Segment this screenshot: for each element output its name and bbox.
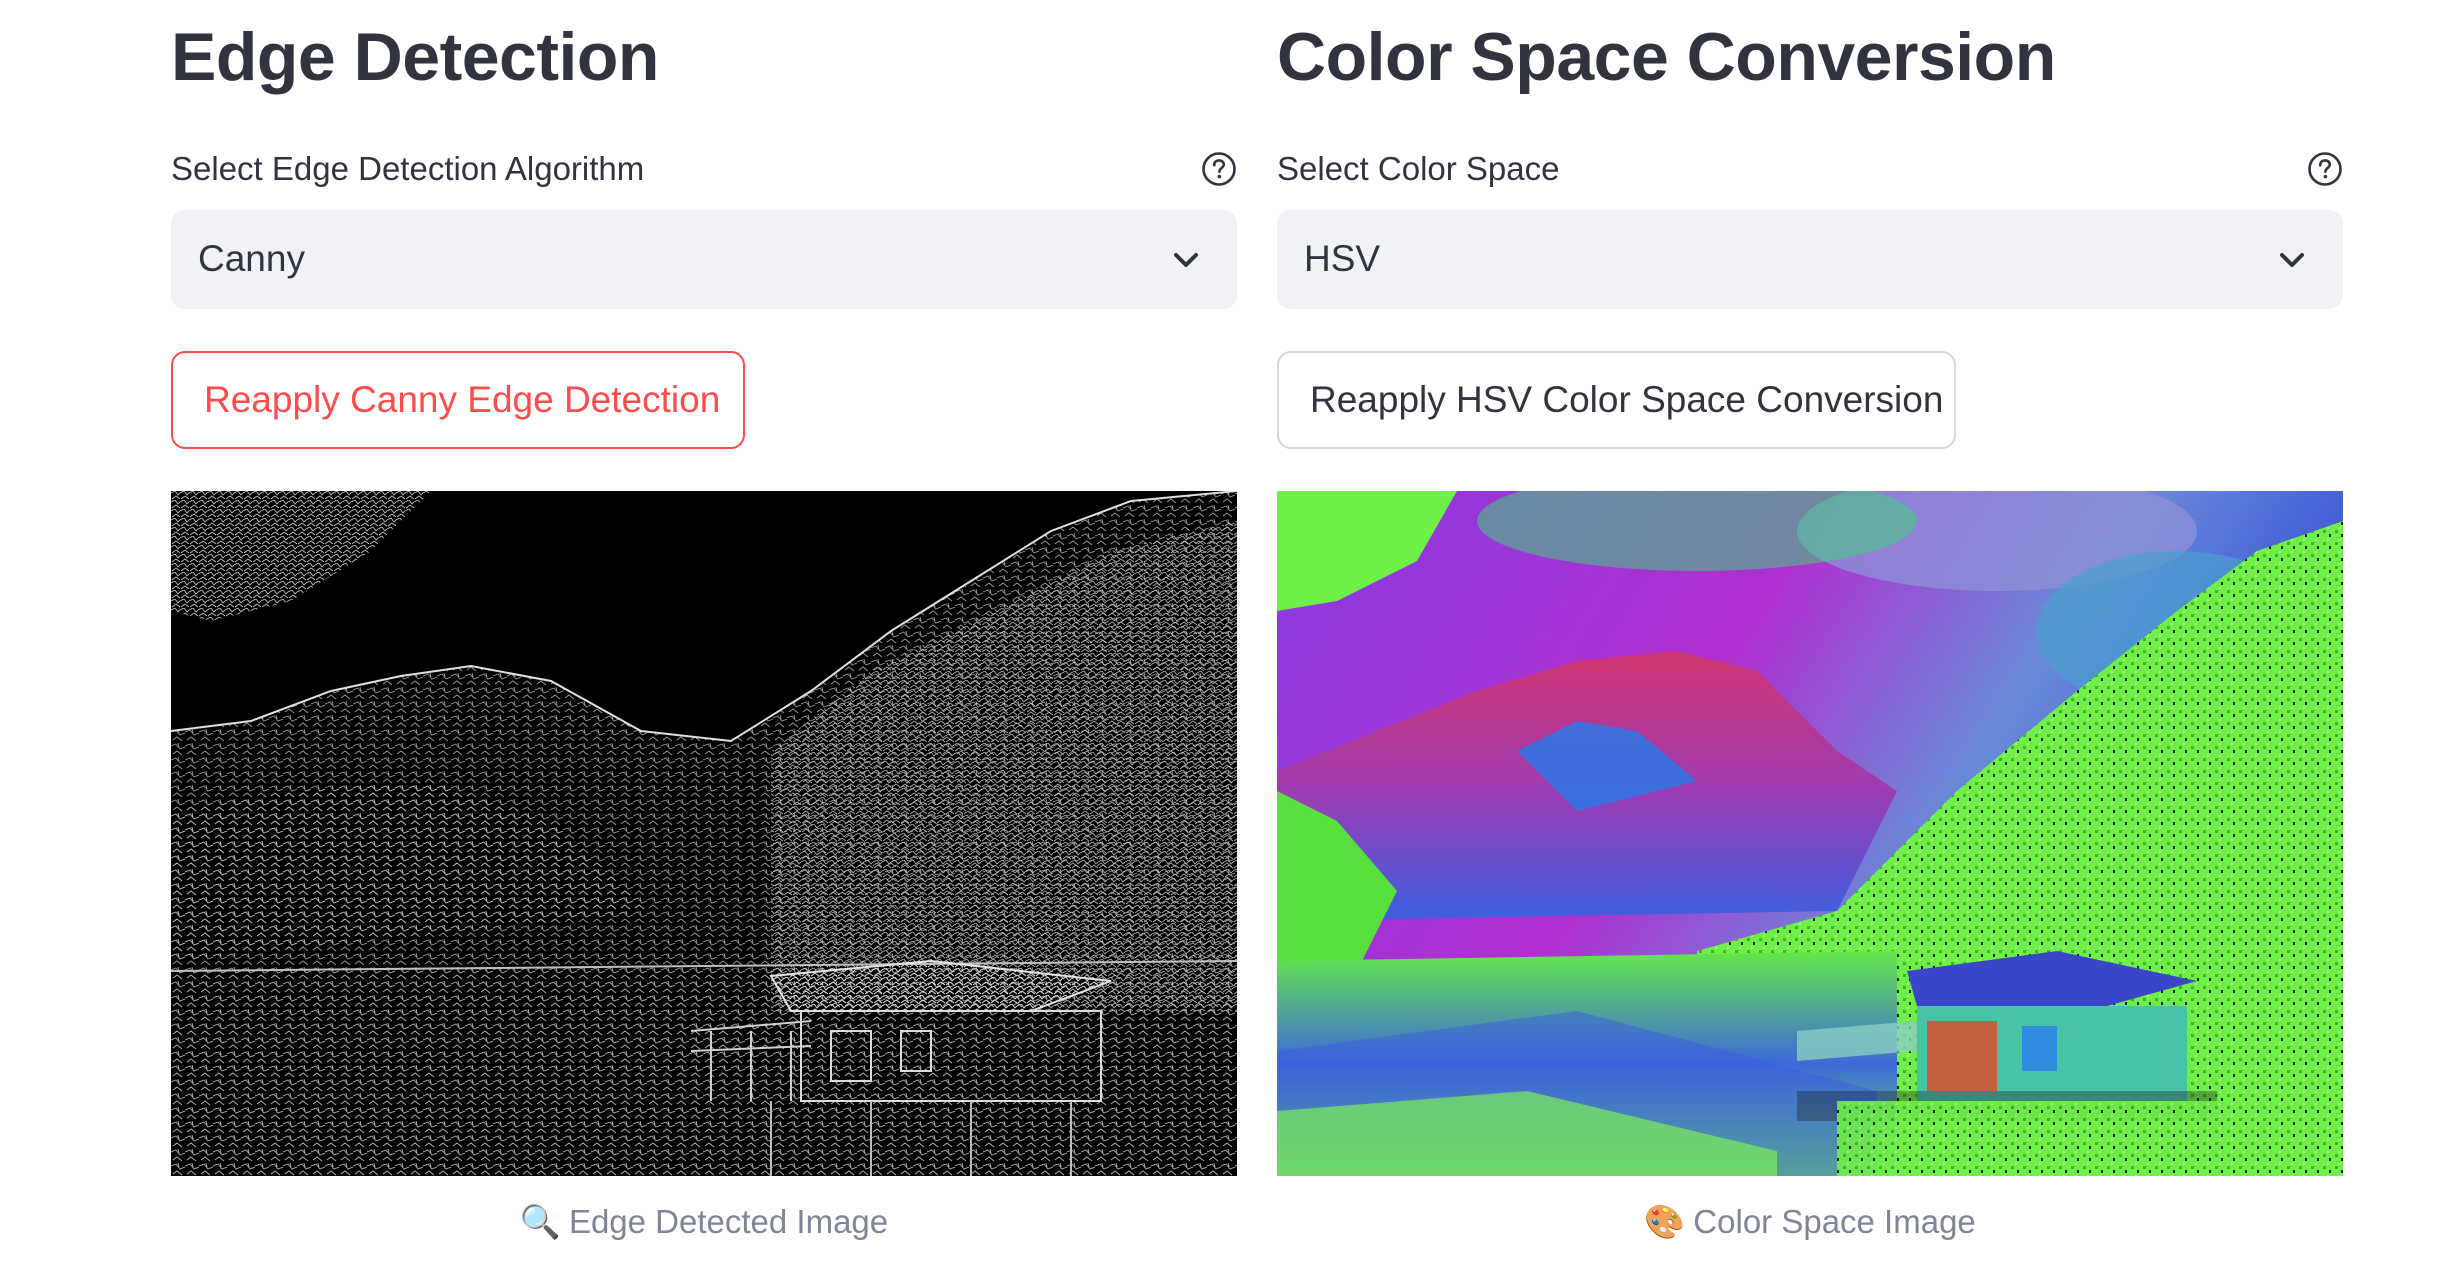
color-image-caption: 🎨 Color Space Image [1277, 1203, 2343, 1242]
reapply-color-space-button[interactable]: Reapply HSV Color Space Conversion [1277, 351, 1956, 449]
edge-algorithm-selected-value: Canny [198, 238, 305, 279]
edge-detected-image [171, 491, 1237, 1176]
magnifying-glass-icon: 🔍 [519, 1203, 561, 1240]
chevron-down-icon [2280, 253, 2304, 267]
reapply-edge-detection-button[interactable]: Reapply Canny Edge Detection [171, 351, 745, 449]
color-caption-text: Color Space Image [1693, 1203, 1976, 1240]
question-circle-icon[interactable] [1201, 151, 1237, 187]
app-page: Edge Detection Select Edge Detection Alg… [0, 0, 2440, 1266]
color-space-selected-value: HSV [1304, 238, 1381, 279]
color-space-image [1277, 491, 2343, 1176]
edge-algorithm-select[interactable]: Canny [171, 210, 1237, 309]
color-space-select[interactable]: HSV [1277, 210, 2343, 309]
edge-caption-text: Edge Detected Image [568, 1203, 889, 1240]
color-space-heading: Color Space Conversion [1277, 19, 2056, 95]
question-circle-icon[interactable] [2307, 151, 2343, 187]
edge-image-caption: 🔍 Edge Detected Image [171, 1203, 1237, 1242]
palette-icon: 🎨 [1644, 1203, 1686, 1240]
edge-detection-heading: Edge Detection [171, 19, 659, 95]
edge-algorithm-label: Select Edge Detection Algorithm [171, 150, 645, 187]
chevron-down-icon [1174, 253, 1198, 267]
color-space-label: Select Color Space [1277, 150, 1560, 187]
